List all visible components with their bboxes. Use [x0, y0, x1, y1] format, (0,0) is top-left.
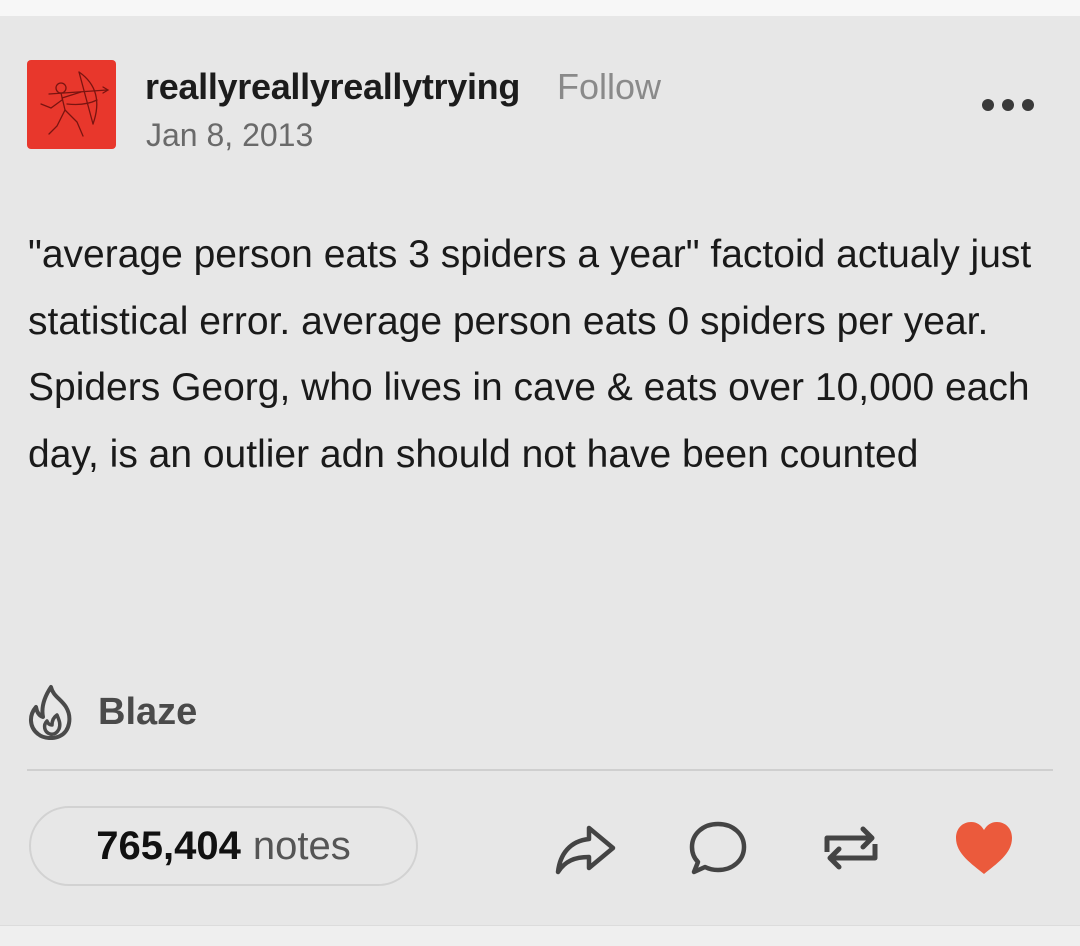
post-username[interactable]: reallyreallyreallytrying: [145, 66, 520, 108]
follow-button[interactable]: Follow: [557, 66, 661, 108]
share-button[interactable]: [553, 816, 617, 880]
divider: [27, 769, 1053, 771]
avatar[interactable]: [27, 60, 116, 149]
speech-bubble-icon: [689, 821, 747, 875]
share-arrow-icon: [555, 825, 616, 875]
blaze-button[interactable]: Blaze: [26, 684, 197, 740]
notes-button[interactable]: 765,404 notes: [29, 806, 418, 886]
post-body-text: "average person eats 3 spiders a year" f…: [28, 233, 1032, 476]
post-date[interactable]: Jan 8, 2013: [146, 117, 313, 154]
flame-icon: [29, 685, 72, 740]
reblog-icon: [824, 826, 878, 870]
more-dot-icon: [1022, 99, 1034, 111]
post-card: reallyreallyreallytrying Follow Jan 8, 2…: [0, 16, 1080, 945]
notes-label: notes: [252, 823, 351, 868]
bottom-strip: [0, 925, 1080, 946]
top-strip: [0, 0, 1080, 16]
more-dot-icon: [1002, 99, 1014, 111]
more-dot-icon: [982, 99, 994, 111]
notes-count: 765,404: [96, 823, 241, 868]
blaze-label: Blaze: [98, 690, 198, 733]
like-button[interactable]: [952, 816, 1016, 880]
heart-icon: [956, 822, 1012, 874]
reply-button[interactable]: [686, 816, 750, 880]
archer-avatar-icon: [40, 71, 110, 137]
more-options-button[interactable]: [982, 92, 1034, 118]
reblog-button[interactable]: [819, 816, 883, 880]
